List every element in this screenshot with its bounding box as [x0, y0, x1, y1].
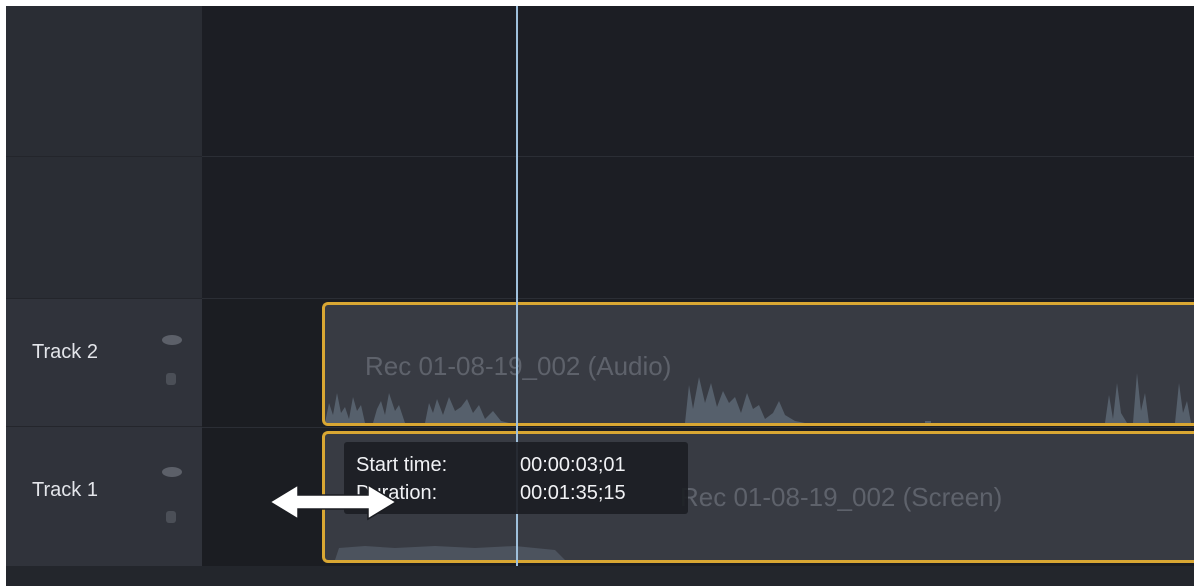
track-header-track-2[interactable]: Track 2	[6, 299, 202, 427]
track-name: Track 2	[32, 341, 98, 363]
lane-divider	[202, 298, 1194, 299]
horizontal-scrollbar[interactable]	[6, 566, 1194, 586]
lane-divider	[202, 427, 1194, 428]
track-name: Track 1	[32, 479, 98, 501]
lock-icon[interactable]	[166, 373, 176, 385]
empty-track-header	[6, 156, 202, 299]
horizontal-resize-cursor-icon	[268, 483, 398, 521]
empty-lane-area	[202, 6, 1194, 298]
start-time-value: 00:00:03;01	[520, 454, 626, 476]
track-header-column: Track 2 Track 1	[6, 6, 202, 586]
lane-divider	[202, 156, 1194, 157]
audio-waveform	[325, 373, 1191, 423]
empty-track-header	[6, 6, 202, 157]
lock-icon[interactable]	[166, 511, 176, 523]
eye-icon[interactable]	[162, 467, 182, 477]
clip-title: Rec 01-08-19_002 (Screen)	[680, 482, 1003, 512]
duration-value: 00:01:35;15	[520, 482, 626, 504]
track-header-track-1[interactable]: Track 1	[6, 427, 202, 567]
screen-clip-thumbnail-strip	[335, 546, 565, 560]
audio-clip[interactable]: Rec 01-08-19_002 (Audio)	[322, 302, 1194, 426]
start-time-label: Start time:	[356, 454, 448, 476]
eye-icon[interactable]	[162, 335, 182, 345]
timeline-editor: Track 2 Track 1 Rec 01-08-19_002 (Audio)…	[6, 6, 1194, 586]
